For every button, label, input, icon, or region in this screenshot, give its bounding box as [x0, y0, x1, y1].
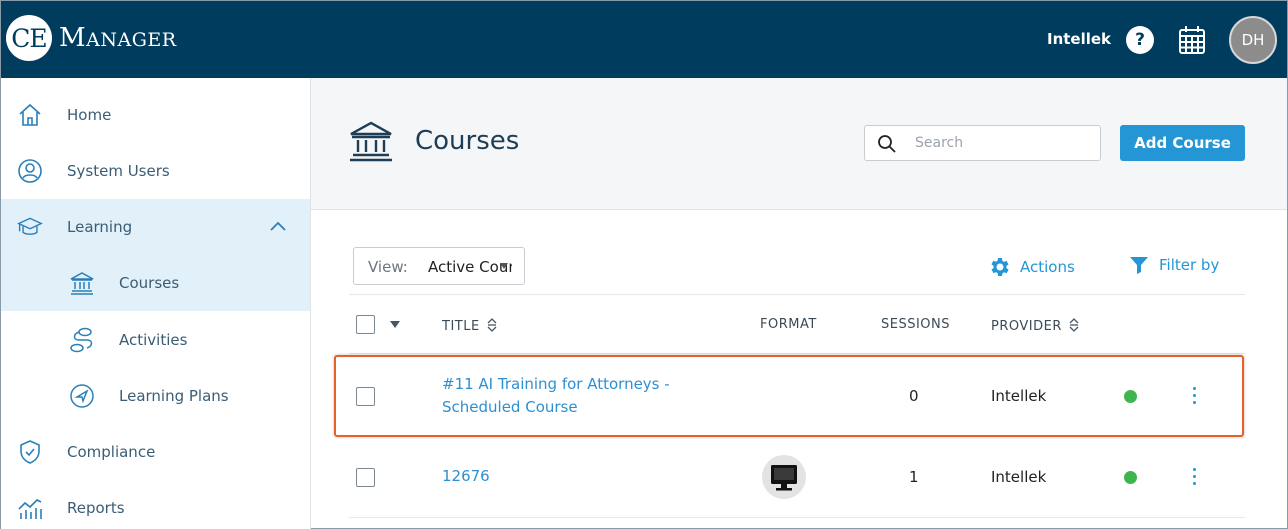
shield-check-icon — [20, 440, 40, 464]
sidebar-item-label: Reports — [67, 499, 125, 517]
org-name[interactable]: Intellek — [1047, 30, 1111, 48]
navigation-icon — [70, 384, 94, 408]
sidebar: Home System Users Learning Courses Activ… — [1, 78, 311, 529]
sessions-count: 1 — [909, 468, 919, 486]
search-input[interactable] — [915, 132, 1090, 154]
bulk-select-caret-icon[interactable] — [390, 321, 400, 328]
divider — [349, 437, 1245, 438]
sidebar-item-label: Learning — [67, 218, 133, 236]
avatar[interactable]: DH — [1229, 16, 1277, 64]
logo-wordmark: MANAGER — [59, 23, 177, 53]
help-icon[interactable]: ? — [1126, 26, 1154, 54]
calendar-icon[interactable] — [1178, 25, 1206, 55]
filter-label: Filter by — [1159, 256, 1220, 274]
view-label: View: — [368, 258, 408, 276]
sidebar-item-label: Activities — [119, 331, 188, 349]
sort-icon[interactable] — [486, 317, 498, 333]
institution-icon — [350, 121, 392, 162]
sidebar-item-compliance[interactable]: Compliance — [1, 424, 310, 480]
divider — [349, 353, 1245, 354]
course-title-link[interactable]: 12676 — [442, 465, 490, 488]
sidebar-item-label: Courses — [119, 274, 180, 292]
provider-name: Intellek — [991, 468, 1047, 486]
ce-manager-logo[interactable]: CE MANAGER — [6, 15, 177, 61]
highlight-box — [334, 355, 1244, 437]
sidebar-item-activities[interactable]: Activities — [1, 312, 310, 368]
status-dot — [1124, 471, 1137, 484]
sidebar-item-label: System Users — [67, 162, 170, 180]
sidebar-item-learning-plans[interactable]: Learning Plans — [1, 368, 310, 424]
view-select[interactable]: View: Active Courses — [353, 247, 525, 285]
sidebar-item-label: Learning Plans — [119, 387, 229, 405]
page-header: Courses Add Course — [311, 78, 1287, 210]
logo-mark: CE — [6, 15, 52, 61]
top-bar: CE MANAGER Intellek ? DH — [1, 1, 1287, 78]
actions-button[interactable]: Actions — [987, 255, 1075, 279]
activities-icon — [70, 327, 93, 353]
gear-icon — [991, 258, 1009, 276]
sidebar-item-system-users[interactable]: System Users — [1, 143, 310, 199]
home-icon — [19, 103, 41, 126]
row-checkbox[interactable] — [356, 468, 375, 487]
computer-icon — [762, 455, 806, 499]
sidebar-item-home[interactable]: Home — [1, 87, 310, 143]
column-header-title[interactable]: TITLE — [442, 317, 498, 334]
sidebar-item-courses[interactable]: Courses — [1, 255, 310, 311]
divider — [349, 294, 1245, 295]
divider — [349, 517, 1245, 518]
search-icon — [878, 135, 896, 153]
sidebar-item-learning[interactable]: Learning — [1, 199, 310, 255]
filter-icon — [1130, 257, 1148, 274]
actions-label: Actions — [1020, 258, 1075, 276]
chevron-up-icon[interactable] — [268, 219, 288, 233]
search-box[interactable] — [864, 125, 1101, 161]
column-header-sessions: SESSIONS — [881, 317, 951, 332]
graduation-cap-icon — [17, 217, 43, 235]
chart-icon — [18, 499, 42, 519]
column-header-provider[interactable]: PROVIDER — [991, 317, 1080, 334]
sidebar-item-label: Home — [67, 106, 112, 124]
institution-icon — [70, 272, 94, 295]
dropdown-caret-icon — [500, 263, 508, 269]
sidebar-item-label: Compliance — [67, 443, 156, 461]
select-all-checkbox[interactable] — [356, 315, 375, 334]
row-menu-icon[interactable] — [1191, 468, 1197, 488]
filter-by-button[interactable]: Filter by — [1129, 255, 1219, 275]
column-header-format: FORMAT — [760, 317, 817, 332]
add-course-button[interactable]: Add Course — [1120, 125, 1245, 161]
page-title: Courses — [415, 126, 520, 156]
user-circle-icon — [18, 159, 42, 183]
sidebar-item-reports[interactable]: Reports — [1, 480, 310, 529]
sort-icon[interactable] — [1068, 317, 1080, 333]
